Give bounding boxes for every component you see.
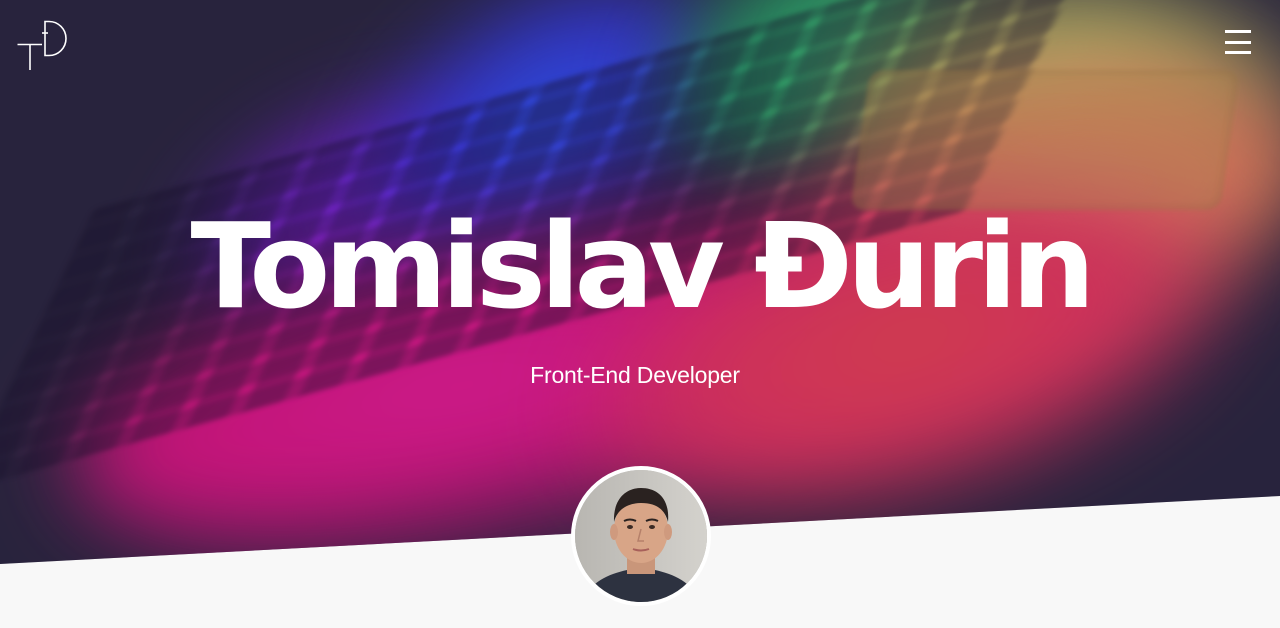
hamburger-menu-icon[interactable]: [1222, 28, 1254, 54]
hero-subtitle: Front-End Developer: [530, 362, 740, 388]
td-logo-icon[interactable]: [17, 20, 69, 72]
menu-bar: [1225, 51, 1251, 54]
page: Tomislav Đurin Front-End Developer: [0, 0, 1280, 628]
hero-title: Tomislav Đurin: [190, 197, 1095, 335]
menu-bar: [1225, 40, 1251, 44]
profile-photo: [575, 470, 707, 602]
menu-bar: [1225, 30, 1251, 33]
avatar: [571, 466, 711, 606]
td-monogram-logo: [17, 20, 67, 70]
